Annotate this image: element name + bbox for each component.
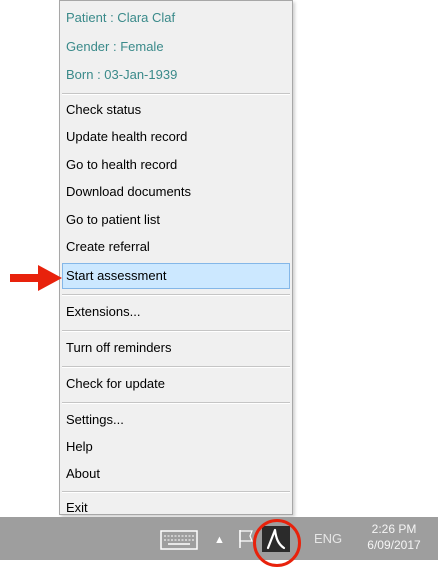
menu-separator — [62, 366, 290, 368]
flag-icon[interactable] — [238, 529, 254, 549]
menu-item-download-documents[interactable]: Download documents — [62, 179, 290, 205]
menu-item-start-assessment[interactable]: Start assessment — [62, 263, 290, 289]
annotation-arrow-icon — [10, 265, 62, 291]
menu-item-about[interactable]: About — [62, 461, 290, 487]
menu-separator — [62, 330, 290, 332]
menu-item-extensions[interactable]: Extensions... — [62, 299, 290, 325]
chevron-up-icon[interactable]: ▲ — [214, 534, 225, 546]
menu-separator — [62, 93, 290, 95]
menu-item-go-to-health-record[interactable]: Go to health record — [62, 152, 290, 178]
menu-item-update-health-record[interactable]: Update health record — [62, 124, 290, 150]
keyboard-icon[interactable] — [160, 530, 198, 550]
menu-separator — [62, 491, 290, 493]
patient-name: Patient : Clara Claf — [66, 10, 176, 25]
menu-separator — [62, 402, 290, 404]
clock-time: 2:26 PM — [371, 522, 417, 536]
context-menu: Patient : Clara Claf Gender : Female Bor… — [59, 0, 293, 515]
menu-item-go-to-patient-list[interactable]: Go to patient list — [62, 207, 290, 233]
menu-item-turn-off-reminders[interactable]: Turn off reminders — [62, 335, 290, 361]
menu-item-help[interactable]: Help — [62, 434, 290, 460]
patient-born: Born : 03-Jan-1939 — [66, 67, 178, 82]
menu-separator — [62, 294, 290, 296]
patient-gender: Gender : Female — [66, 39, 164, 54]
language-indicator[interactable]: ENG — [314, 531, 342, 546]
menu-item-check-for-update[interactable]: Check for update — [62, 371, 290, 397]
clock-date: 6/09/2017 — [367, 538, 421, 552]
menu-item-create-referral[interactable]: Create referral — [62, 234, 290, 260]
clock[interactable]: 2:26 PM 6/09/2017 — [354, 521, 434, 553]
menu-item-check-status[interactable]: Check status — [62, 97, 290, 123]
menu-item-settings[interactable]: Settings... — [62, 407, 290, 433]
